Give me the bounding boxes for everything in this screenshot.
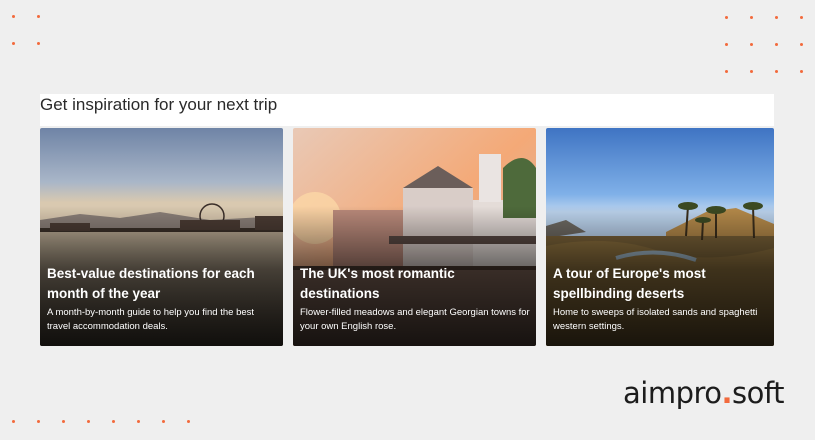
card-title: A tour of Europe's most spellbinding des… — [553, 266, 706, 301]
section-header: Get inspiration for your next trip — [40, 94, 774, 126]
brand-logo-left: aimpro — [623, 376, 722, 410]
card-title: The UK's most romantic destinations — [300, 266, 455, 301]
brand-logo-right: soft — [732, 376, 784, 410]
card-title: Best-value destinations for each month o… — [47, 266, 255, 301]
inspiration-section: Get inspiration for your next trip Best-… — [40, 94, 774, 346]
card-europe-deserts[interactable]: A tour of Europe's most spellbinding des… — [546, 128, 774, 346]
brand-logo-separator: . — [721, 376, 733, 410]
card-best-value-destinations[interactable]: Best-value destinations for each month o… — [40, 128, 283, 346]
brand-logo: aimpro.soft — [623, 376, 784, 410]
card-uk-romantic-destinations[interactable]: The UK's most romantic destinations Flow… — [293, 128, 536, 346]
card-description: A month-by-month guide to help you find … — [47, 307, 255, 332]
card-description: Flower-filled meadows and elegant Georgi… — [300, 307, 530, 332]
section-heading: Get inspiration for your next trip — [40, 95, 278, 114]
card-description: Home to sweeps of isolated sands and spa… — [553, 307, 758, 332]
